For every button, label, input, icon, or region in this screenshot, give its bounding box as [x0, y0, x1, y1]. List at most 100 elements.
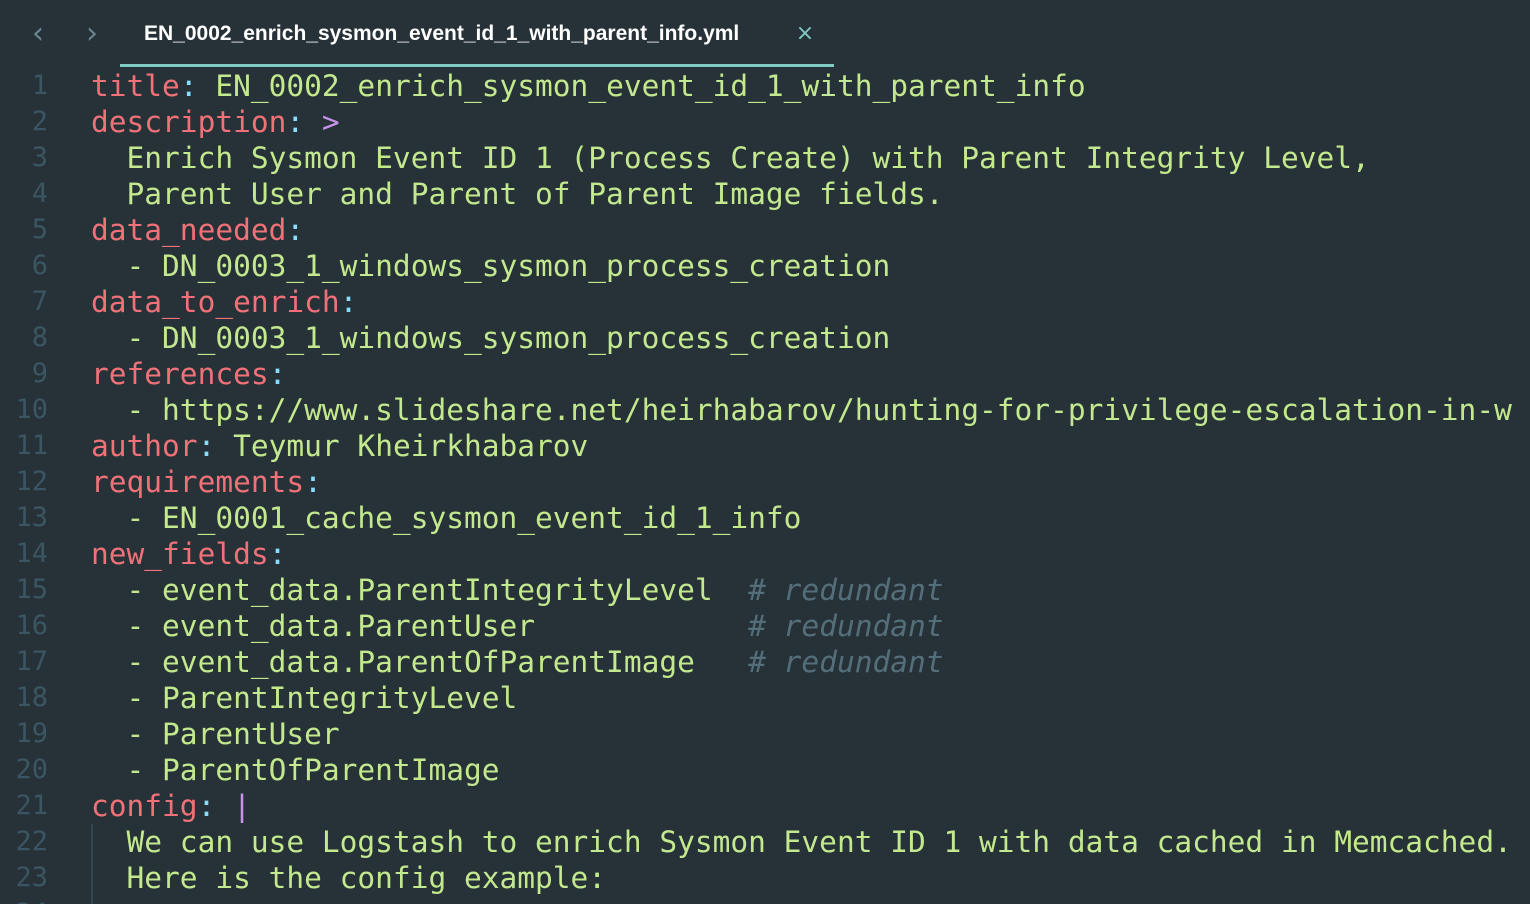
code-area[interactable]: title: EN_0002_enrich_sysmon_event_id_1_… — [91, 68, 1530, 904]
comment-marker: # — [748, 645, 784, 679]
yaml-key: new_fields — [91, 537, 269, 571]
yaml-value: - ParentIntegrityLevel — [91, 681, 518, 715]
code-line: - EN_0001_cache_sysmon_event_id_1_info — [91, 500, 1530, 536]
code-line: - ParentUser — [91, 716, 1530, 752]
yaml-key: data_to_enrich — [91, 285, 340, 319]
line-number: 14 — [15, 538, 48, 569]
yaml-separator: : — [286, 105, 322, 139]
yaml-key: config — [91, 789, 198, 823]
tab-title: EN_0002_enrich_sysmon_event_id_1_with_pa… — [144, 22, 740, 45]
code-line: - DN_0003_1_windows_sysmon_process_creat… — [91, 320, 1530, 356]
code-line: Enrich Sysmon Event ID 1 (Process Create… — [91, 140, 1530, 176]
line-number-gutter: 123456789101112131415161718192021222324 — [0, 68, 70, 904]
yaml-comment: redundant — [783, 609, 944, 643]
code-line: We can use Logstash to enrich Sysmon Eve… — [91, 824, 1530, 860]
yaml-value: Teymur Kheirkhabarov — [233, 429, 589, 463]
line-number: 22 — [15, 826, 48, 857]
code-line: - DN_0003_1_windows_sysmon_process_creat… — [91, 248, 1530, 284]
yaml-separator: : — [268, 357, 287, 391]
yaml-separator: : — [304, 465, 322, 499]
yaml-value: - DN_0003_1_windows_sysmon_process_creat… — [91, 321, 891, 355]
line-number: 19 — [15, 718, 48, 749]
yaml-value: - event_data.ParentIntegrityLevel — [91, 573, 749, 607]
yaml-key: references — [91, 357, 269, 391]
yaml-separator: : — [179, 69, 216, 103]
active-tab-indicator — [120, 64, 834, 67]
yaml-value: - event_data.ParentOfParentImage — [91, 645, 749, 679]
yaml-separator: : — [197, 789, 234, 823]
line-number: 17 — [15, 646, 48, 677]
line-number: 6 — [31, 250, 48, 281]
code-line: Parent User and Parent of Parent Image f… — [91, 176, 1530, 212]
line-number: 4 — [31, 178, 48, 209]
yaml-operator: | — [233, 789, 251, 823]
code-line: references: — [91, 356, 1530, 392]
yaml-value: We can use Logstash to enrich Sysmon Eve… — [91, 825, 1512, 859]
line-number: 13 — [15, 502, 48, 533]
yaml-key: data_needed — [91, 213, 287, 247]
line-number: 24 — [0, 896, 70, 904]
yaml-separator: : — [339, 285, 358, 319]
code-line: new_fields: — [91, 536, 1530, 572]
code-line: - event_data.ParentUser # redundant — [91, 608, 1530, 644]
code-line: - event_data.ParentOfParentImage # redun… — [91, 644, 1530, 680]
yaml-key: author — [91, 429, 198, 463]
line-number: 9 — [31, 358, 48, 389]
line-number: 3 — [31, 142, 48, 173]
line-number: 21 — [15, 790, 48, 821]
line-number: 8 — [31, 322, 48, 353]
yaml-comment: redundant — [783, 573, 944, 607]
yaml-value: Parent User and Parent of Parent Image f… — [91, 177, 944, 211]
tab-bar: ‹ › EN_0002_enrich_sysmon_event_id_1_wit… — [0, 0, 1530, 68]
file-tab[interactable]: EN_0002_enrich_sysmon_event_id_1_with_pa… — [120, 0, 834, 66]
yaml-value: EN_0002_enrich_sysmon_event_id_1_with_pa… — [215, 69, 1086, 103]
yaml-separator: : — [268, 537, 287, 571]
yaml-value: Enrich Sysmon Event ID 1 (Process Create… — [91, 141, 1370, 175]
yaml-key: description — [91, 105, 287, 139]
code-line: - ParentIntegrityLevel — [91, 680, 1530, 716]
line-number: 15 — [15, 574, 48, 605]
line-number: 23 — [15, 862, 48, 893]
code-line: data_needed: — [91, 212, 1530, 248]
line-number: 1 — [31, 70, 48, 101]
code-line: requirements: — [91, 464, 1530, 500]
yaml-separator: : — [197, 429, 234, 463]
code-line: - ParentOfParentImage — [91, 752, 1530, 788]
yaml-key: requirements — [91, 465, 305, 499]
code-editor[interactable]: 123456789101112131415161718192021222324 … — [0, 68, 1530, 904]
line-number: 2 — [31, 106, 48, 137]
line-number: 5 — [31, 214, 48, 245]
code-line: config: | — [91, 788, 1530, 824]
line-number: 12 — [15, 466, 48, 497]
close-icon[interactable]: × — [792, 21, 818, 47]
code-line: - https://www.slideshare.net/heirhabarov… — [91, 392, 1530, 428]
yaml-value: - DN_0003_1_windows_sysmon_process_creat… — [91, 249, 891, 283]
line-number: 7 — [31, 286, 48, 317]
yaml-operator: > — [321, 105, 340, 139]
line-number: 11 — [15, 430, 48, 461]
code-line: Here is the config example: — [91, 860, 1530, 896]
yaml-separator: : — [286, 213, 305, 247]
code-line: title: EN_0002_enrich_sysmon_event_id_1_… — [91, 68, 1530, 104]
comment-marker: # — [748, 573, 784, 607]
line-number: 18 — [15, 682, 48, 713]
yaml-value: - event_data.ParentUser — [91, 609, 749, 643]
chevron-right-icon[interactable]: › — [72, 14, 112, 54]
yaml-value: - ParentOfParentImage — [91, 753, 500, 787]
yaml-value: - EN_0001_cache_sysmon_event_id_1_info — [91, 501, 802, 535]
code-line: author: Teymur Kheirkhabarov — [91, 428, 1530, 464]
line-number: 10 — [15, 394, 48, 425]
code-line: description: > — [91, 104, 1530, 140]
yaml-value: - ParentUser — [91, 717, 340, 751]
yaml-value: Here is the config example: — [91, 861, 607, 895]
yaml-comment: redundant — [783, 645, 944, 679]
chevron-left-icon[interactable]: ‹ — [18, 14, 58, 54]
code-line: data_to_enrich: — [91, 284, 1530, 320]
yaml-value: - https://www.slideshare.net/heirhabarov… — [91, 393, 1512, 427]
yaml-key: title — [91, 69, 180, 103]
line-number: 16 — [15, 610, 48, 641]
comment-marker: # — [748, 609, 784, 643]
line-number: 20 — [15, 754, 48, 785]
code-line: - event_data.ParentIntegrityLevel # redu… — [91, 572, 1530, 608]
